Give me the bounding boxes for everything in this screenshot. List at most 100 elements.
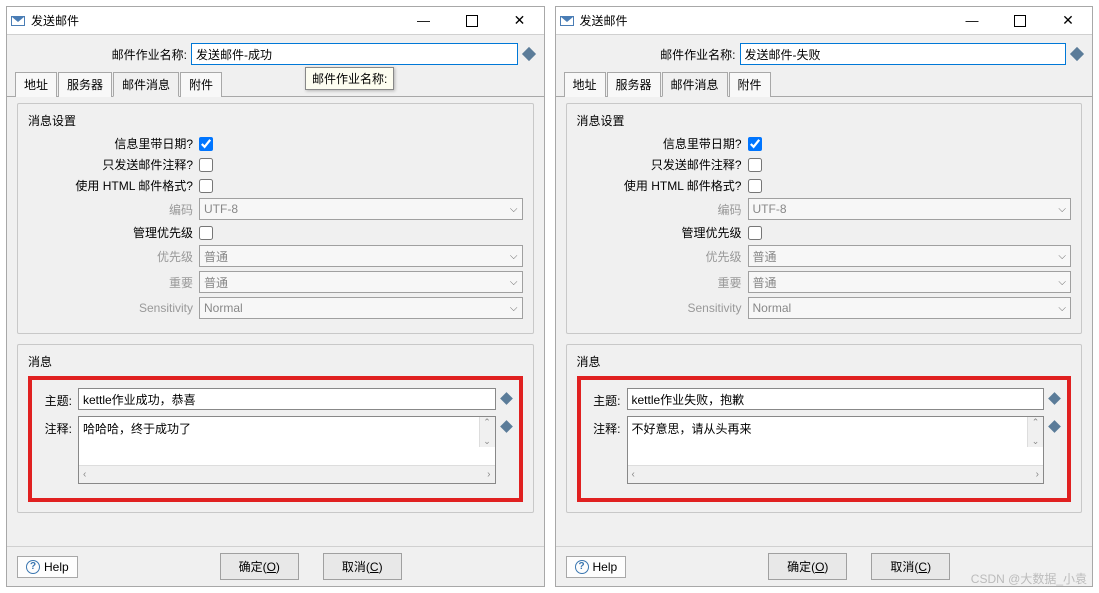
group-title: 消息 — [577, 353, 1072, 370]
tab-attachment[interactable]: 附件 — [729, 72, 771, 97]
help-icon: ? — [26, 560, 40, 574]
include-date-checkbox[interactable] — [199, 137, 213, 151]
tab-content: 消息设置 信息里带日期? 只发送邮件注释? 使用 HTML 邮件格式? 编码 U… — [7, 97, 544, 546]
tab-server[interactable]: 服务器 — [607, 72, 661, 97]
mail-icon — [11, 16, 25, 26]
variable-icon[interactable] — [1048, 392, 1061, 405]
include-date-label: 信息里带日期? — [577, 135, 742, 152]
tab-mail-message[interactable]: 邮件消息 — [113, 72, 179, 97]
comment-textarea[interactable]: 不好意思，请从头再来 ⌃⌄ ‹› — [627, 416, 1045, 484]
mail-icon — [560, 16, 574, 26]
button-bar: ? Help 确定(O) 取消(C) — [7, 546, 544, 586]
encoding-label: 编码 — [577, 201, 742, 218]
variable-icon[interactable] — [1048, 420, 1061, 433]
tab-mail-message[interactable]: 邮件消息 — [662, 72, 728, 97]
variable-icon[interactable] — [1070, 47, 1084, 61]
cancel-button[interactable]: 取消(C) — [871, 553, 950, 580]
comment-value: 不好意思，请从头再来 — [632, 422, 752, 436]
tab-content: 消息设置 信息里带日期? 只发送邮件注释? 使用 HTML 邮件格式? 编码 U… — [556, 97, 1093, 546]
job-name-label: 邮件作业名称: — [566, 46, 736, 63]
priority-select[interactable]: 普通 ⌵ — [748, 245, 1072, 267]
ok-button[interactable]: 确定(O) — [768, 553, 847, 580]
dialog-send-mail-success: 发送邮件 邮件作业名称: 地址 服务器 邮件消息 附件 邮件作业名称: 消息设置… — [6, 6, 545, 587]
chevron-down-icon: ⌵ — [510, 204, 518, 215]
help-button[interactable]: ? Help — [566, 556, 627, 578]
vertical-scrollbar[interactable]: ⌃⌄ — [1027, 417, 1043, 447]
message-settings-group: 消息设置 信息里带日期? 只发送邮件注释? 使用 HTML 邮件格式? 编码 U… — [17, 103, 534, 334]
sensitivity-label: Sensitivity — [28, 301, 193, 315]
only-comment-checkbox[interactable] — [748, 158, 762, 172]
subject-label: 主题: — [589, 388, 621, 409]
encoding-select[interactable]: UTF-8 ⌵ — [748, 198, 1072, 220]
chevron-down-icon: ⌵ — [1058, 204, 1066, 215]
importance-select[interactable]: 普通 ⌵ — [199, 271, 523, 293]
priority-value: 普通 — [204, 248, 228, 265]
chevron-down-icon: ⌵ — [1058, 251, 1066, 262]
maximize-button[interactable] — [1000, 9, 1040, 33]
use-html-label: 使用 HTML 邮件格式? — [28, 177, 193, 194]
priority-value: 普通 — [753, 248, 777, 265]
chevron-down-icon: ⌵ — [510, 277, 518, 288]
job-name-label: 邮件作业名称: — [17, 46, 187, 63]
priority-label: 优先级 — [577, 248, 742, 265]
importance-label: 重要 — [28, 274, 193, 291]
comment-label: 注释: — [40, 416, 72, 437]
group-title: 消息 — [28, 353, 523, 370]
job-name-input[interactable] — [740, 43, 1067, 65]
highlighted-box: 主题: 注释: 不好意思，请从头再来 ⌃⌄ ‹› — [577, 376, 1072, 502]
only-comment-checkbox[interactable] — [199, 158, 213, 172]
use-html-checkbox[interactable] — [199, 179, 213, 193]
ok-button[interactable]: 确定(O) — [220, 553, 299, 580]
window-title: 发送邮件 — [580, 12, 953, 29]
comment-textarea[interactable]: 哈哈哈，终于成功了 ⌃⌄ ‹› — [78, 416, 496, 484]
encoding-select[interactable]: UTF-8 ⌵ — [199, 198, 523, 220]
priority-select[interactable]: 普通 ⌵ — [199, 245, 523, 267]
help-button[interactable]: ? Help — [17, 556, 78, 578]
importance-value: 普通 — [204, 274, 228, 291]
encoding-value: UTF-8 — [753, 202, 787, 216]
horizontal-scrollbar[interactable]: ‹› — [79, 465, 495, 483]
minimize-button[interactable] — [404, 9, 444, 33]
tab-address[interactable]: 地址 — [564, 72, 606, 97]
importance-value: 普通 — [753, 274, 777, 291]
sensitivity-select[interactable]: Normal ⌵ — [748, 297, 1072, 319]
close-button[interactable] — [500, 9, 540, 33]
sensitivity-select[interactable]: Normal ⌵ — [199, 297, 523, 319]
manage-priority-checkbox[interactable] — [748, 226, 762, 240]
group-title: 消息设置 — [28, 112, 523, 129]
maximize-button[interactable] — [452, 9, 492, 33]
group-title: 消息设置 — [577, 112, 1072, 129]
chevron-down-icon: ⌵ — [1058, 303, 1066, 314]
importance-select[interactable]: 普通 ⌵ — [748, 271, 1072, 293]
message-settings-group: 消息设置 信息里带日期? 只发送邮件注释? 使用 HTML 邮件格式? 编码 U… — [566, 103, 1083, 334]
use-html-label: 使用 HTML 邮件格式? — [577, 177, 742, 194]
tab-address[interactable]: 地址 — [15, 72, 57, 97]
close-button[interactable] — [1048, 9, 1088, 33]
horizontal-scrollbar[interactable]: ‹› — [628, 465, 1044, 483]
job-name-input[interactable] — [191, 43, 518, 65]
cancel-button[interactable]: 取消(C) — [323, 553, 402, 580]
tab-attachment[interactable]: 附件 — [180, 72, 222, 97]
help-icon: ? — [575, 560, 589, 574]
sensitivity-value: Normal — [753, 301, 792, 315]
dialog-send-mail-failure: 发送邮件 邮件作业名称: 地址 服务器 邮件消息 附件 消息设置 信息里带日期?… — [555, 6, 1094, 587]
minimize-button[interactable] — [952, 9, 992, 33]
subject-input[interactable] — [78, 388, 496, 410]
sensitivity-label: Sensitivity — [577, 301, 742, 315]
only-comment-label: 只发送邮件注释? — [28, 156, 193, 173]
only-comment-label: 只发送邮件注释? — [577, 156, 742, 173]
manage-priority-checkbox[interactable] — [199, 226, 213, 240]
tab-server[interactable]: 服务器 — [58, 72, 112, 97]
variable-icon[interactable] — [500, 420, 513, 433]
chevron-down-icon: ⌵ — [510, 251, 518, 262]
window-controls — [952, 9, 1088, 33]
tabbar: 地址 服务器 邮件消息 附件 — [556, 71, 1093, 97]
highlighted-box: 主题: 注释: 哈哈哈，终于成功了 ⌃⌄ ‹› — [28, 376, 523, 502]
use-html-checkbox[interactable] — [748, 179, 762, 193]
variable-icon[interactable] — [500, 392, 513, 405]
include-date-checkbox[interactable] — [748, 137, 762, 151]
vertical-scrollbar[interactable]: ⌃⌄ — [479, 417, 495, 447]
subject-input[interactable] — [627, 388, 1045, 410]
comment-value: 哈哈哈，终于成功了 — [83, 422, 191, 436]
variable-icon[interactable] — [521, 47, 535, 61]
